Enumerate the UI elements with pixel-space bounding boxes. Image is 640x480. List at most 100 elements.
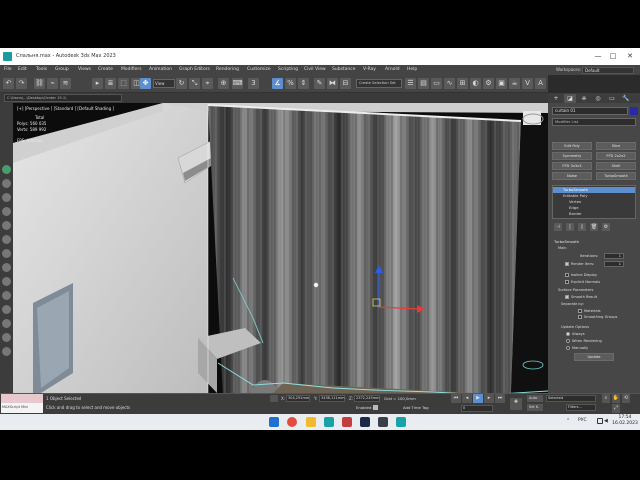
auto-key-button[interactable]: Auto: [527, 395, 543, 402]
menu-edit[interactable]: Edit: [18, 65, 27, 75]
object-name-field[interactable]: curtain 01: [552, 107, 628, 115]
smoothing-groups-checkbox[interactable]: [578, 315, 582, 319]
menu-create[interactable]: Create: [98, 65, 113, 75]
named-selection-set-input[interactable]: Create Selection Set: [356, 79, 402, 88]
toggle-ribbon-icon[interactable]: ▭: [431, 78, 442, 89]
key-filters-icon[interactable]: ✚: [510, 398, 522, 410]
edit-named-selection-icon[interactable]: ✎: [314, 78, 325, 89]
make-unique-icon[interactable]: ▯: [578, 223, 586, 231]
menu-vray[interactable]: V-Ray: [363, 65, 376, 75]
percent-snap-icon[interactable]: %: [285, 78, 296, 89]
curve-editor-icon[interactable]: ∿: [444, 78, 455, 89]
tool-icon[interactable]: [2, 319, 11, 328]
menu-modifiers[interactable]: Modifiers: [121, 65, 142, 75]
scene-explorer-icon[interactable]: ☰: [405, 78, 416, 89]
mod-shell-button[interactable]: Shell: [596, 162, 636, 170]
menu-animation[interactable]: Animation: [149, 65, 172, 75]
stack-item-border[interactable]: Border: [553, 211, 635, 217]
layer-explorer-icon[interactable]: ▤: [418, 78, 429, 89]
windows-start-icon[interactable]: [269, 417, 279, 427]
menu-rendering[interactable]: Rendering: [216, 65, 239, 75]
select-object-icon[interactable]: ▸: [92, 78, 103, 89]
mod-ffd-3x3x3-button[interactable]: FFD 3x3x3: [552, 162, 592, 170]
object-color-swatch[interactable]: [630, 107, 638, 115]
3dsmax-icon[interactable]: [324, 417, 334, 427]
tool-icon[interactable]: [2, 277, 11, 286]
tool-icon[interactable]: [2, 207, 11, 216]
update-manually-radio[interactable]: [566, 346, 570, 350]
app-icon[interactable]: [378, 417, 388, 427]
mod-symmetry-button[interactable]: Symmetry: [552, 152, 592, 160]
language-indicator[interactable]: РУС: [578, 417, 587, 425]
vray-render-icon[interactable]: V: [522, 78, 533, 89]
photoshop-icon[interactable]: [360, 417, 370, 427]
layout-icon[interactable]: [2, 165, 11, 174]
orbit-icon[interactable]: ⟲: [622, 394, 630, 403]
mod-turbosmooth-button[interactable]: TurboSmooth: [596, 172, 636, 180]
tool-icon[interactable]: [2, 179, 11, 188]
network-icon[interactable]: [597, 418, 603, 424]
clock[interactable]: 17:54 16.02.2023: [612, 415, 638, 427]
render-iters-spinner[interactable]: 1: [604, 261, 624, 267]
project-path-field[interactable]: C:\Users\...\Desktop\Center 19.1\: [4, 94, 122, 102]
show-end-result-icon[interactable]: |: [566, 223, 574, 231]
update-always-radio[interactable]: [566, 332, 570, 336]
mod-noise-button[interactable]: Noise: [552, 172, 592, 180]
bind-space-warp-icon[interactable]: ≋: [60, 78, 71, 89]
x-coordinate-field[interactable]: 304,291mm: [286, 395, 310, 402]
pan-icon[interactable]: ✋: [612, 394, 620, 403]
y-coordinate-field[interactable]: 3438,111mm: [319, 395, 345, 402]
filters-button[interactable]: Filters...: [566, 404, 596, 411]
snaps-toggle-icon[interactable]: 3: [248, 78, 259, 89]
selected-dropdown[interactable]: Selected: [546, 395, 596, 402]
rendered-frame-window-icon[interactable]: ▣: [496, 78, 507, 89]
render-production-icon[interactable]: ☕: [509, 78, 520, 89]
isoline-display-checkbox[interactable]: [565, 273, 569, 277]
select-by-name-icon[interactable]: ≣: [105, 78, 116, 89]
arnold-render-icon[interactable]: A: [535, 78, 546, 89]
mod-ffd-2x2x2-button[interactable]: FFD 2x2x2: [596, 152, 636, 160]
update-button[interactable]: Update: [574, 353, 614, 361]
pin-stack-icon[interactable]: ⊣: [554, 223, 562, 231]
remove-modifier-icon[interactable]: 🗑: [590, 223, 598, 231]
explicit-normals-checkbox[interactable]: [565, 280, 569, 284]
turbosmooth-rollout-title[interactable]: TurboSmooth: [552, 238, 636, 245]
viewport-label[interactable]: [+] [Perspective ] [Standard ] [Default …: [17, 106, 114, 111]
3dsmax-window-icon[interactable]: [396, 417, 406, 427]
menu-group[interactable]: Group: [55, 65, 69, 75]
use-pivot-center-icon[interactable]: ⊕: [218, 78, 229, 89]
tool-icon[interactable]: [2, 221, 11, 230]
play-icon[interactable]: ▶: [473, 394, 483, 403]
go-to-start-icon[interactable]: ⏮: [451, 394, 461, 403]
undo-icon[interactable]: ↶: [3, 78, 14, 89]
next-frame-icon[interactable]: ▸: [484, 394, 494, 403]
menu-graph-editors[interactable]: Graph Editors: [179, 65, 210, 75]
schematic-view-icon[interactable]: ⊞: [457, 78, 468, 89]
align-icon[interactable]: ⊟: [340, 78, 351, 89]
tool-icon[interactable]: [2, 333, 11, 342]
menu-views[interactable]: Views: [78, 65, 91, 75]
keyboard-shortcut-override-icon[interactable]: ⌨: [232, 78, 243, 89]
materials-checkbox[interactable]: [578, 309, 582, 313]
angle-snap-icon[interactable]: ∡: [272, 78, 283, 89]
material-editor-icon[interactable]: ◐: [470, 78, 481, 89]
modifier-stack[interactable]: TurboSmooth Editable Poly Vertex Edge Bo…: [552, 185, 636, 219]
file-explorer-icon[interactable]: [306, 417, 316, 427]
menu-scripting[interactable]: Scripting: [278, 65, 298, 75]
tool-icon[interactable]: [2, 235, 11, 244]
maximize-button[interactable]: □: [607, 51, 619, 62]
mirror-icon[interactable]: ⧓: [327, 78, 338, 89]
close-button[interactable]: ✕: [624, 51, 636, 62]
rectangle-selection-icon[interactable]: ⬚: [118, 78, 129, 89]
minimize-button[interactable]: —: [592, 51, 604, 62]
zoom-icon[interactable]: ⌕: [602, 394, 610, 403]
volume-icon[interactable]: ◀: [604, 418, 610, 424]
select-and-move-icon[interactable]: ✥: [140, 78, 151, 89]
iterations-spinner[interactable]: 1: [604, 253, 624, 259]
tool-icon[interactable]: [2, 263, 11, 272]
workspace-select[interactable]: Default: [582, 67, 634, 74]
tool-icon[interactable]: [2, 291, 11, 300]
mod-slice-button[interactable]: Slice: [596, 142, 636, 150]
reference-coordinate-select[interactable]: View: [153, 79, 175, 88]
menu-customize[interactable]: Customize: [247, 65, 271, 75]
